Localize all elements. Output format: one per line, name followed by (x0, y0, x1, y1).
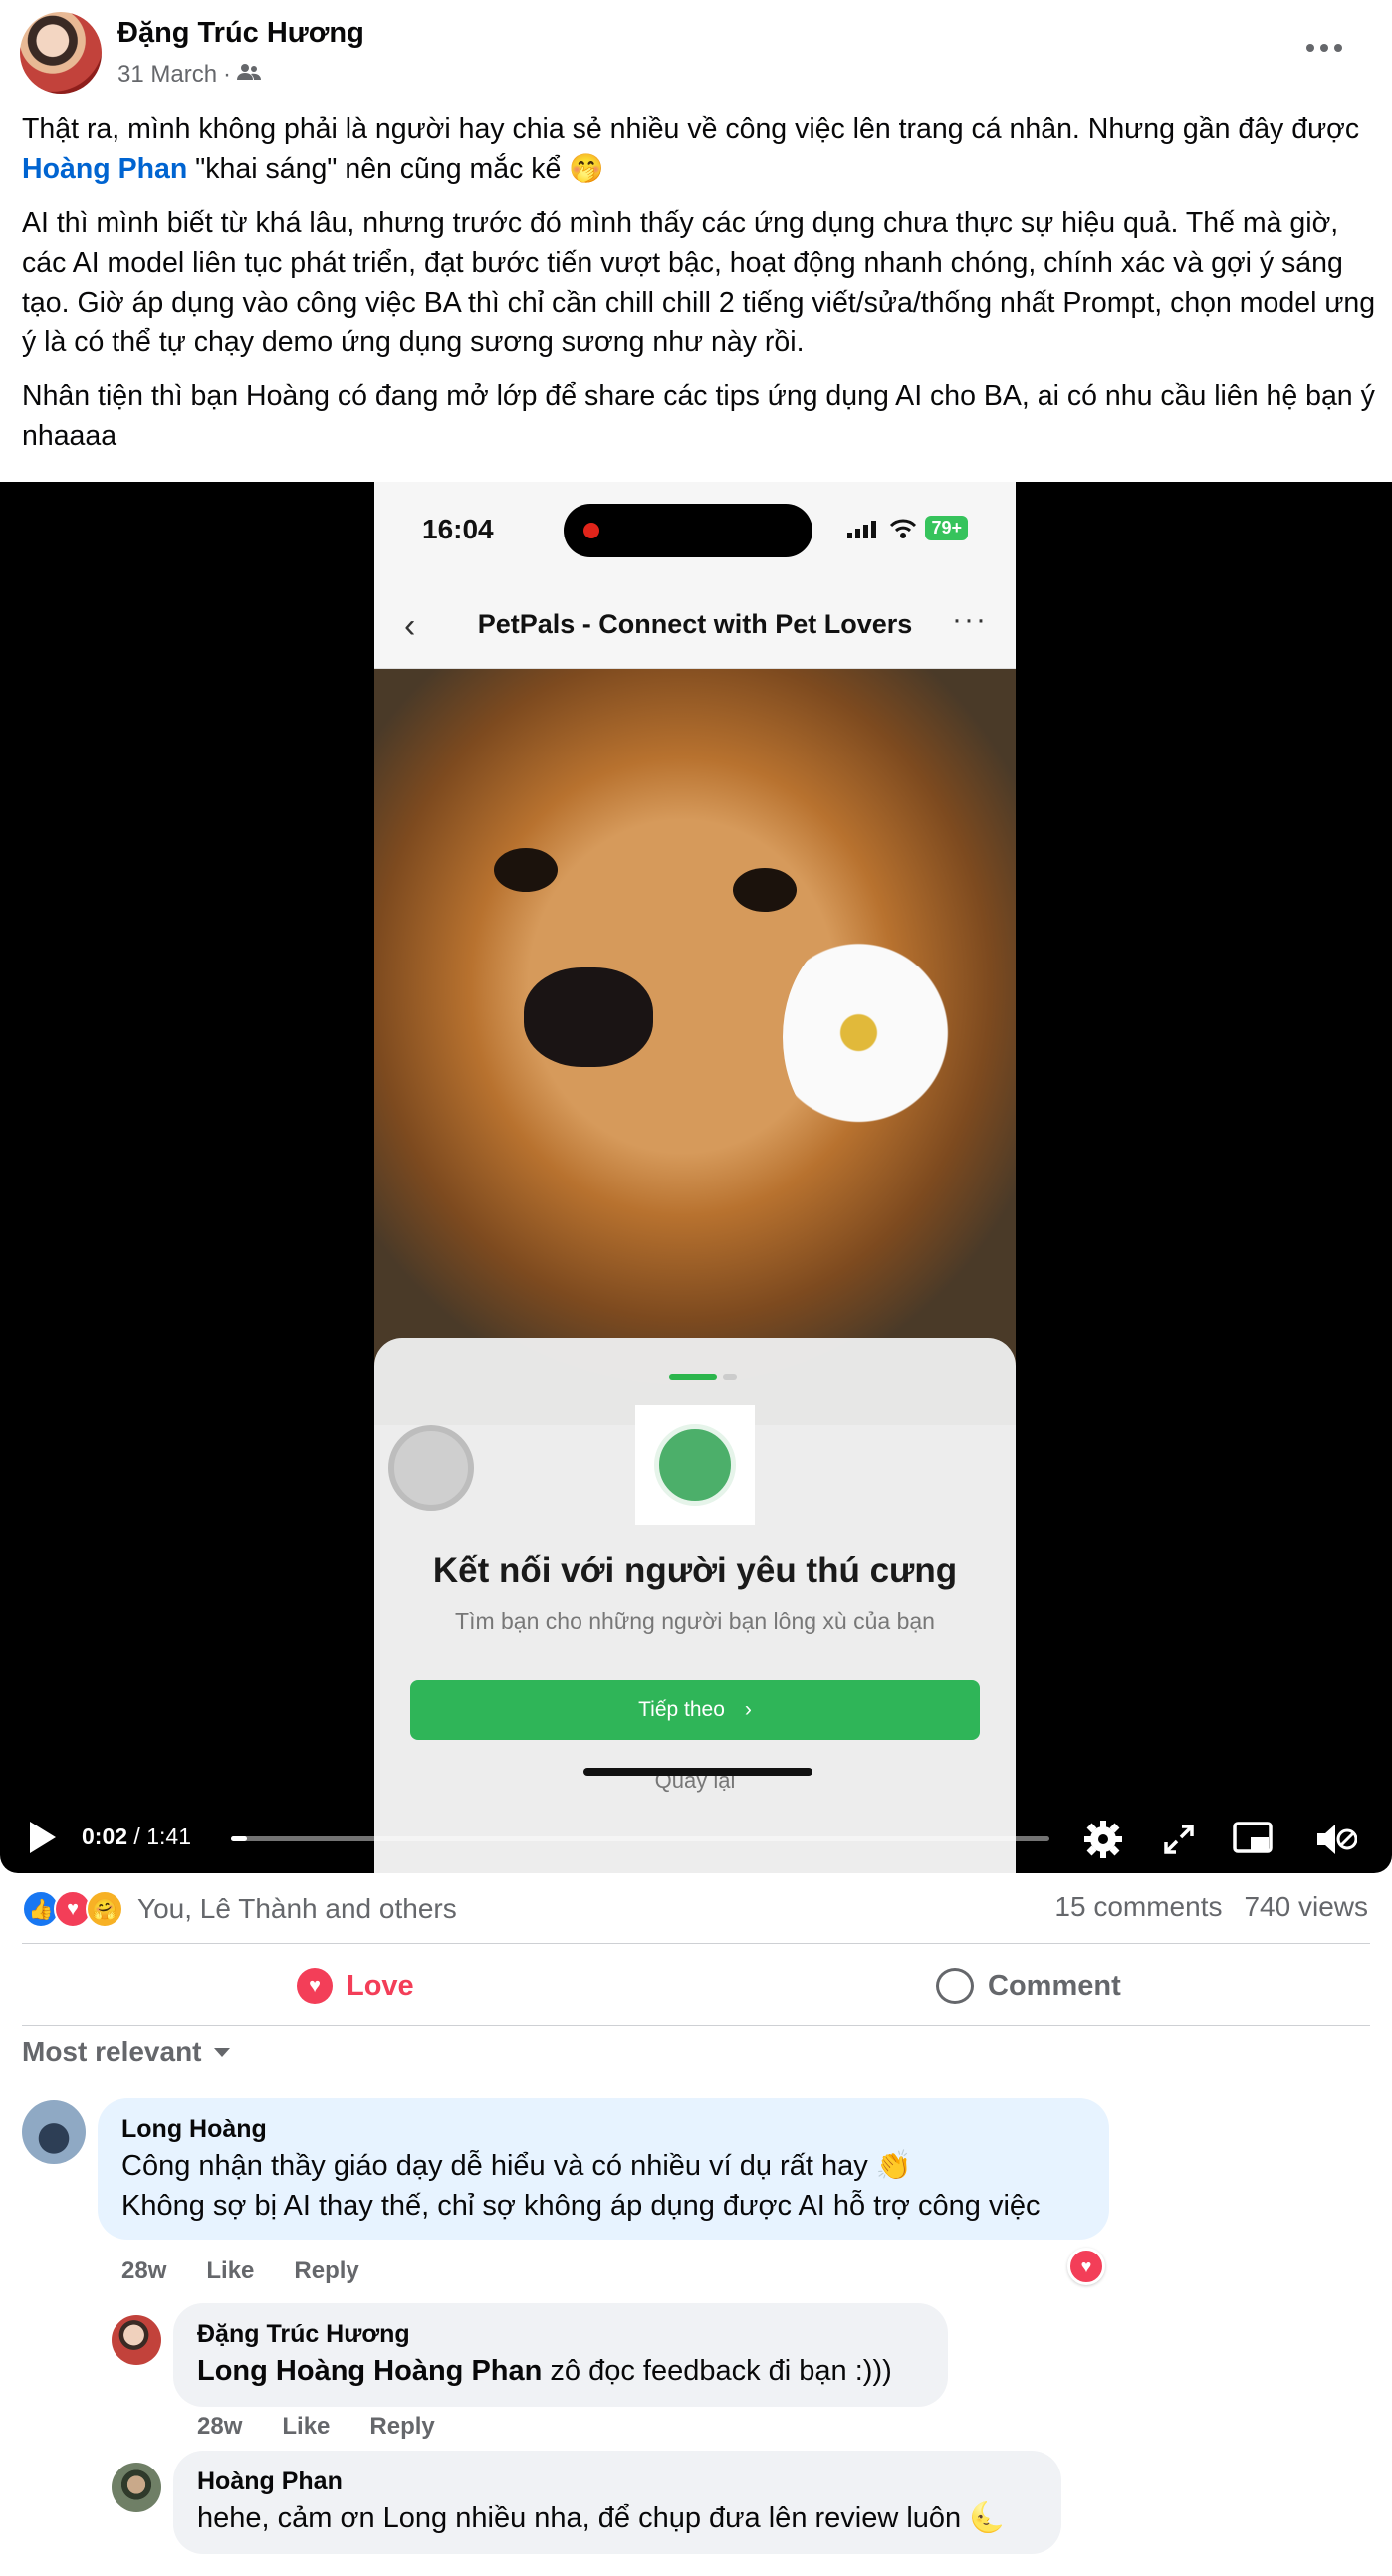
comment-author[interactable]: Hoàng Phan (197, 2465, 1038, 2498)
phone-time: 16:04 (422, 514, 494, 544)
post-body: Thật ra, mình không phải là người hay ch… (22, 109, 1376, 470)
care-icon: 🤗 (86, 1890, 123, 1928)
comment-time[interactable]: 28w (121, 2257, 166, 2285)
progress-fill (231, 1836, 248, 1841)
comment-meta: 28w Like Reply (197, 2413, 435, 2441)
assistive-touch-icon (388, 1425, 474, 1511)
comment-text: Long Hoàng Hoàng Phan zô đọc feedback đi… (197, 2355, 892, 2387)
mention-link[interactable]: Long Hoàng Hoàng Phan (197, 2355, 542, 2387)
video-time: 0:02 / 1:41 (82, 1824, 191, 1849)
comment-sort-dropdown[interactable]: Most relevant (22, 2037, 230, 2068)
commenter-avatar[interactable] (112, 2315, 161, 2365)
comment-bubble: Long Hoàng Công nhận thầy giáo dạy dễ hi… (98, 2098, 1109, 2240)
comment-bubble: Hoàng Phan hehe, cảm ơn Long nhiều nha, … (173, 2451, 1061, 2554)
status-icons: 79+ (847, 516, 968, 540)
views-count: 740 views (1244, 1891, 1368, 1922)
chevron-right-icon: › (744, 1698, 752, 1721)
author-avatar[interactable] (20, 12, 102, 94)
love-button[interactable]: ♥ Love (297, 1963, 414, 2009)
friends-icon (237, 61, 262, 89)
post-paragraph-1: Thật ra, mình không phải là người hay ch… (22, 113, 1360, 185)
play-icon[interactable] (30, 1822, 56, 1853)
comment-line: Công nhận thầy giáo dạy dễ hiểu và có nh… (121, 2150, 912, 2182)
dynamic-island (564, 504, 812, 557)
onboarding-sheet: Kết nối với người yêu thú cưng Tìm bạn c… (374, 1338, 1016, 1873)
app-more-icon: ··· (952, 603, 988, 636)
app-title: PetPals - Connect with Pet Lovers (477, 609, 913, 639)
reactors-text[interactable]: You, Lê Thành and others (137, 1893, 457, 1925)
comment-author[interactable]: Long Hoàng (121, 2112, 1085, 2146)
picture-in-picture-icon[interactable] (1231, 1818, 1275, 1861)
comment-line: Không sợ bị AI thay thế, chỉ sợ không áp… (121, 2190, 1041, 2222)
post-header: Đặng Trúc Hương 31 March · (0, 0, 1392, 100)
comment-like-button[interactable]: Like (282, 2413, 330, 2441)
page-indicator (669, 1374, 717, 1380)
divider (22, 2025, 1370, 2026)
commenter-avatar[interactable] (112, 2463, 161, 2512)
comment-reply-button[interactable]: Reply (294, 2257, 358, 2285)
meta-separator: · (223, 61, 232, 88)
love-label: Love (347, 1969, 414, 2002)
more-horizontal-icon[interactable] (1294, 28, 1354, 68)
comment-bubble: Đặng Trúc Hương Long Hoàng Hoàng Phan zô… (173, 2303, 948, 2407)
comments-count[interactable]: 15 comments (1054, 1891, 1222, 1923)
comment-button[interactable]: Comment (936, 1963, 1121, 2009)
home-indicator (583, 1768, 812, 1776)
settings-icon[interactable] (1081, 1818, 1125, 1861)
video-progress-bar[interactable] (231, 1836, 1049, 1841)
next-button: Tiếp theo › (410, 1680, 980, 1740)
comment-like-button[interactable]: Like (206, 2257, 254, 2285)
mention-link[interactable]: Hoàng Phan (22, 153, 187, 185)
comment-time[interactable]: 28w (197, 2413, 242, 2441)
post-paragraph-3: Nhân tiện thì bạn Hoàng có đang mở lớp đ… (22, 380, 1375, 452)
onboarding-title: Kết nối với người yêu thú cưng (432, 1551, 958, 1590)
comment-label: Comment (988, 1969, 1121, 2002)
video-controls: 0:02 / 1:41 (0, 1816, 1392, 1873)
divider (22, 1943, 1370, 1944)
comment-text: hehe, cảm ơn Long nhiều nha, để chụp đưa… (197, 2502, 1006, 2534)
author-name[interactable]: Đặng Trúc Hương (117, 17, 364, 50)
phone-recording: 16:04 79+ ‹ PetPals - Connect with Pet L… (374, 482, 1016, 1873)
battery-icon: 79+ (925, 516, 968, 540)
phone-status-bar: 16:04 79+ (374, 482, 1016, 581)
fullscreen-icon[interactable] (1157, 1818, 1201, 1861)
signal-icon (847, 520, 877, 538)
reaction-summary[interactable]: 👍 ♥ 🤗 You, Lê Thành and others (22, 1887, 457, 1931)
post-date[interactable]: 31 March (117, 61, 217, 89)
comment-reply-button[interactable]: Reply (369, 2413, 434, 2441)
engagement-counts: 15 comments 740 views (1054, 1891, 1368, 1923)
dog-photo (374, 669, 1016, 1425)
caret-down-icon (213, 2047, 230, 2057)
video-player[interactable]: 16:04 79+ ‹ PetPals - Connect with Pet L… (0, 482, 1392, 1873)
comment-love-reaction-icon[interactable]: ♥ (1067, 2248, 1105, 2285)
comment-meta: 28w Like Reply (121, 2257, 359, 2285)
comment-author[interactable]: Đặng Trúc Hương (197, 2317, 924, 2351)
app-logo (635, 1405, 755, 1525)
post-paragraph-2: AI thì mình biết từ khá lâu, nhưng trước… (22, 207, 1376, 358)
comment-icon (936, 1968, 974, 2004)
post-meta: 31 March · (117, 61, 262, 89)
wifi-icon (890, 519, 917, 538)
onboarding-subtitle: Tìm bạn cho những người bạn lông xù của … (455, 1609, 935, 1634)
commenter-avatar[interactable] (22, 2100, 86, 2164)
volume-muted-icon[interactable] (1314, 1818, 1358, 1861)
app-bar: ‹ PetPals - Connect with Pet Lovers ··· (374, 581, 1016, 669)
love-icon: ♥ (297, 1968, 333, 2004)
